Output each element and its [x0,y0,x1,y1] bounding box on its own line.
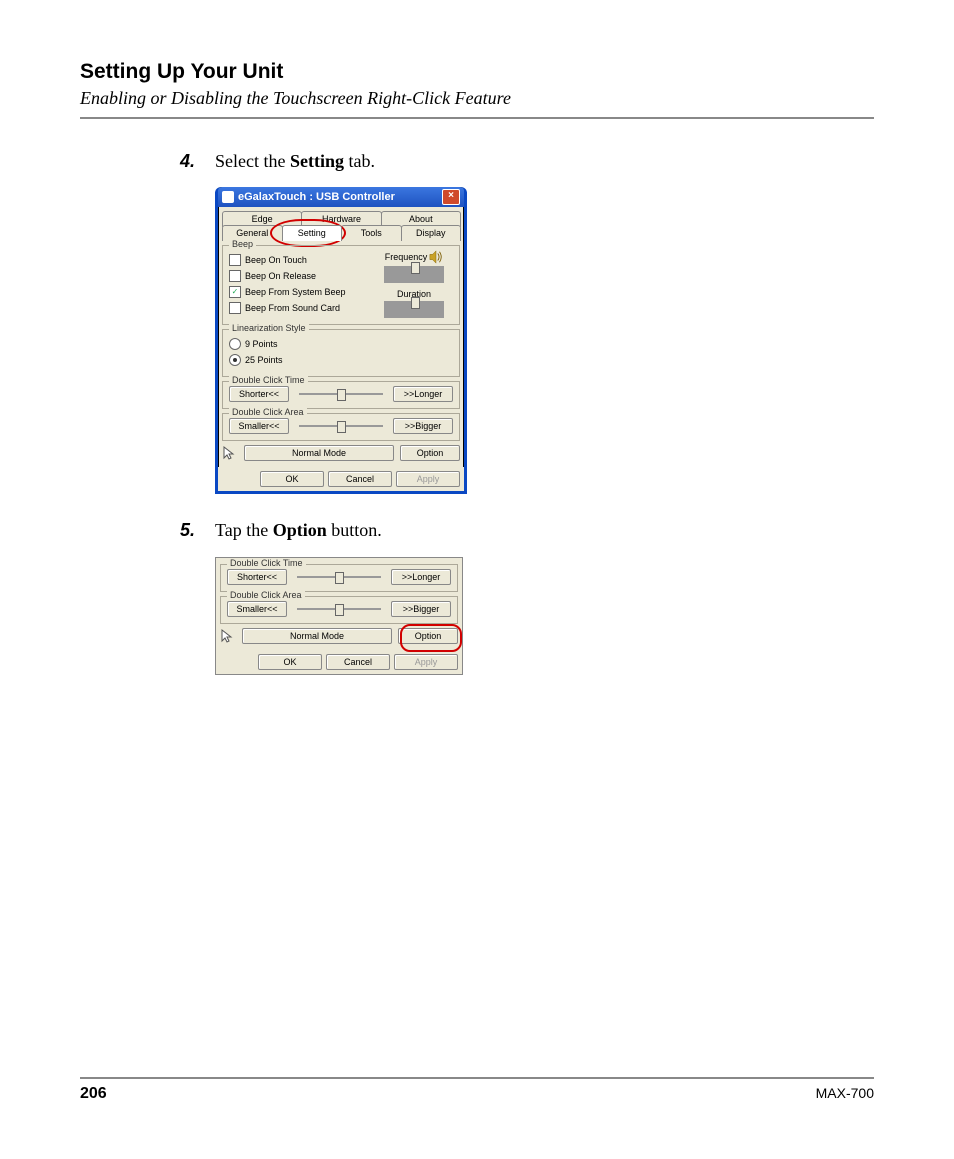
btn-smaller-2[interactable]: Smaller<< [227,601,287,617]
slider-dct[interactable] [299,393,383,395]
step-5: 5. Tap the Option button. [80,518,874,542]
btn-longer[interactable]: >>Longer [393,386,453,402]
slider-dca[interactable] [299,425,383,427]
step-4-number: 4. [180,149,195,173]
step-5-text-post: button. [327,520,382,540]
app-icon [222,191,234,203]
group-beep-legend: Beep [229,239,256,249]
model-number: MAX-700 [816,1085,874,1103]
screenshot-dialog-2: Double Click Time Shorter<< >>Longer Dou… [215,557,463,675]
step-5-number: 5. [180,518,195,542]
close-icon[interactable]: × [442,189,460,205]
slider-dct-2[interactable] [297,576,381,578]
dialog-button-row: OK Cancel Apply [218,467,464,491]
group-dct-legend-2: Double Click Time [227,558,306,568]
step-4-text-bold: Setting [290,151,344,171]
radio-9-points[interactable] [229,338,241,350]
btn-cancel[interactable]: Cancel [328,471,392,487]
btn-apply-2[interactable]: Apply [394,654,458,670]
step-5-text-bold: Option [273,520,327,540]
radio-25-points[interactable] [229,354,241,366]
group-dca-legend-2: Double Click Area [227,590,305,600]
btn-option-2[interactable]: Option [398,628,458,644]
btn-shorter[interactable]: Shorter<< [229,386,289,402]
chk-beep-soundcard[interactable] [229,302,241,314]
group-dct-legend: Double Click Time [229,375,308,385]
lbl-beep-system: Beep From System Beep [245,287,346,297]
group-double-click-time: Double Click Time Shorter<< >>Longer [222,381,460,409]
group-linearization-legend: Linearization Style [229,323,309,333]
dialog-button-row-2: OK Cancel Apply [216,650,462,674]
group-double-click-area: Double Click Area Smaller<< >>Bigger [222,413,460,441]
btn-smaller[interactable]: Smaller<< [229,418,289,434]
btn-cancel-2[interactable]: Cancel [326,654,390,670]
group-double-click-time-2: Double Click Time Shorter<< >>Longer [220,564,458,592]
cursor-icon [222,445,238,461]
step-4-text-post: tab. [344,151,375,171]
section-title: Enabling or Disabling the Touchscreen Ri… [80,88,874,109]
step-4: 4. Select the Setting tab. [80,149,874,173]
step-4-text-pre: Select the [215,151,290,171]
btn-bigger-2[interactable]: >>Bigger [391,601,451,617]
tab-tools[interactable]: Tools [341,225,402,241]
page-footer: 206 MAX-700 [80,1077,874,1103]
chapter-title: Setting Up Your Unit [80,60,874,84]
btn-shorter-2[interactable]: Shorter<< [227,569,287,585]
slider-frequency[interactable] [384,266,444,283]
header-rule [80,117,874,119]
titlebar: eGalaxTouch : USB Controller × [218,187,464,207]
tab-strip: Edge Compensation Hardware About General… [222,211,460,241]
btn-bigger[interactable]: >>Bigger [393,418,453,434]
lbl-beep-soundcard: Beep From Sound Card [245,303,340,313]
tab-display[interactable]: Display [401,225,462,241]
step-5-text-pre: Tap the [215,520,273,540]
lbl-beep-on-release: Beep On Release [245,271,316,281]
btn-normal-mode[interactable]: Normal Mode [244,445,394,461]
chk-beep-system[interactable]: ✓ [229,286,241,298]
cursor-icon-2 [220,628,236,644]
slider-duration[interactable] [384,301,444,318]
lbl-9-points: 9 Points [245,339,278,349]
group-beep: Beep Beep On Touch Beep On Release ✓Beep… [222,245,460,325]
group-dca-legend: Double Click Area [229,407,307,417]
group-double-click-area-2: Double Click Area Smaller<< >>Bigger [220,596,458,624]
btn-option[interactable]: Option [400,445,460,461]
chk-beep-on-touch[interactable] [229,254,241,266]
page-number: 206 [80,1085,107,1103]
speaker-icon [429,250,443,264]
btn-normal-mode-2[interactable]: Normal Mode [242,628,392,644]
btn-longer-2[interactable]: >>Longer [391,569,451,585]
group-linearization: Linearization Style 9 Points 25 Points [222,329,460,377]
slider-dca-2[interactable] [297,608,381,610]
chk-beep-on-release[interactable] [229,270,241,282]
lbl-beep-on-touch: Beep On Touch [245,255,307,265]
btn-apply[interactable]: Apply [396,471,460,487]
tab-setting[interactable]: Setting [282,225,343,241]
window-title: eGalaxTouch : USB Controller [238,187,395,207]
lbl-25-points: 25 Points [245,355,283,365]
btn-ok[interactable]: OK [260,471,324,487]
btn-ok-2[interactable]: OK [258,654,322,670]
screenshot-dialog-1: eGalaxTouch : USB Controller × Edge Comp… [215,187,467,494]
lbl-frequency: Frequency [385,252,428,262]
